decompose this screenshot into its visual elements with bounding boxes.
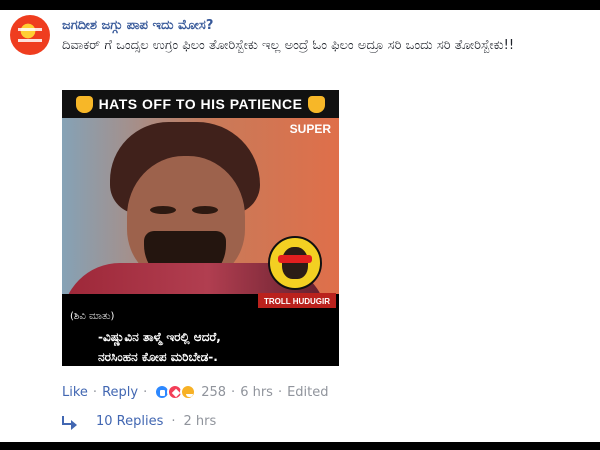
- profile-avatar-icon[interactable]: [10, 15, 50, 55]
- reply-time: 2 hrs: [183, 414, 217, 429]
- action-separator: ·: [277, 384, 283, 400]
- meme-caption: -ವಿಷ್ಣುವಿನ ತಾಳ್ಮೆ ಇರಲ್ಲಿ ಆದರೆ, ನರಸಿಂಹನ ಕ…: [98, 327, 330, 366]
- action-separator: ·: [231, 384, 236, 400]
- reply-separator: ·: [171, 414, 176, 429]
- troll-logo-icon: [268, 236, 322, 290]
- comment-card: ಜಗದೀಶ ಜಗ್ಗು ಪಾಪ ಇದು ಮೋಸ? ದಿವಾಕರ್ ಗೆ ಒಂದ್…: [0, 10, 600, 442]
- replies-row: 10 Replies · 2 hrs: [62, 414, 217, 430]
- super-tag: SUPER: [289, 122, 331, 136]
- avatar-mark: [18, 28, 42, 42]
- meme-footer: (ಶಿವಿ ಮಾತು) -ವಿಷ್ಣುವಿನ ತಾಳ್ಮೆ ಇರಲ್ಲಿ ಆದರ…: [62, 308, 339, 366]
- comment-time[interactable]: 6 hrs: [240, 385, 273, 400]
- like-button[interactable]: Like: [62, 385, 88, 400]
- comment-text: ದಿವಾಕರ್ ಗೆ ಒಂದ್ಸಲ ಉಗ್ರಂ ಫಿಲಂ ತೋರಿಸ್ಬೇಕು …: [62, 38, 515, 53]
- folded-hands-icon: [75, 95, 93, 113]
- person-left-eye: [150, 206, 176, 214]
- person-right-eye: [192, 206, 218, 214]
- speaker-label: (ಶಿವಿ ಮಾತು): [70, 311, 115, 322]
- reply-arrow-icon: [62, 415, 78, 430]
- action-separator: ·: [143, 384, 148, 400]
- logo-glasses: [278, 255, 312, 263]
- reaction-summary[interactable]: [154, 384, 197, 400]
- haha-reaction-icon: [180, 384, 197, 400]
- reply-button[interactable]: Reply: [102, 385, 138, 400]
- meme-header-text: HATS OFF TO HIS PATIENCE: [98, 96, 303, 112]
- comment-actions: Like · Reply · 258 · 6 hrs · Edited: [62, 384, 329, 400]
- meme-caption-line-1: -ವಿಷ್ಣುವಿನ ತಾಳ್ಮೆ ಇರಲ್ಲಿ ಆದರೆ,: [98, 330, 221, 344]
- logo-face: [282, 247, 308, 279]
- reaction-count[interactable]: 258: [201, 385, 226, 400]
- comment-image-meme[interactable]: HATS OFF TO HIS PATIENCE SUPER TROLL HUD…: [62, 90, 339, 366]
- action-separator: ·: [92, 384, 98, 400]
- edited-label[interactable]: Edited: [287, 385, 328, 400]
- comment-author-name[interactable]: ಜಗದೀಶ ಜಗ್ಗು ಪಾಪ ಇದು ಮೋಸ?: [62, 18, 213, 33]
- meme-caption-line-2: ನರಸಿಂಹನ ಕೋಪ ಮರಿಬೇಡ-.: [98, 350, 218, 364]
- view-replies-link[interactable]: 10 Replies: [96, 414, 163, 429]
- folded-hands-icon: [308, 95, 326, 113]
- meme-header: HATS OFF TO HIS PATIENCE: [62, 90, 339, 118]
